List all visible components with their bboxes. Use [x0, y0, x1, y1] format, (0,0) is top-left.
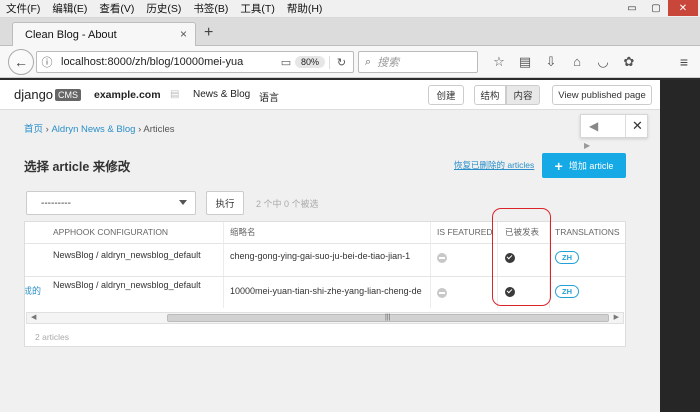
not-featured-icon — [437, 253, 447, 263]
newsblog-menu[interactable]: News & Blog — [193, 89, 250, 100]
pocket-icon[interactable]: ◡ — [590, 54, 616, 70]
download-icon[interactable]: ⇩ — [538, 54, 564, 70]
home-icon[interactable]: ⌂ — [564, 54, 590, 70]
add-article-label: 增加 article — [568, 161, 614, 171]
run-action-button[interactable]: 执行 — [206, 191, 244, 215]
breadcrumb-app[interactable]: Aldryn News & Blog — [51, 124, 135, 135]
highlight-annotation — [492, 208, 551, 306]
menu-help[interactable]: 帮助(H) — [287, 1, 323, 16]
create-button[interactable]: 创建 — [428, 85, 464, 105]
browser-tab[interactable]: Clean Blog - About × — [12, 22, 196, 46]
back-arrow-icon: ← — [14, 54, 28, 70]
apphook-cell: NewsBlog / aldryn_newsblog_default — [53, 250, 201, 260]
structure-button[interactable]: 结构 — [474, 85, 506, 105]
header-translations[interactable]: TRANSLATIONS — [555, 222, 620, 243]
breadcrumb-current: Articles — [143, 124, 175, 135]
content-button[interactable]: 内容 — [506, 85, 540, 105]
breadcrumb-home[interactable]: 首页 — [24, 124, 43, 135]
cms-toolbar: django CMS example.com ▤ News & Blog 语言 … — [0, 80, 660, 110]
toolbar-icons: ☆ ▤ ⇩ ⌂ ◡ ✿ — [486, 54, 642, 70]
translation-badge[interactable]: ZH — [555, 285, 579, 298]
back-button[interactable]: ← — [8, 49, 34, 75]
apphook-cell: NewsBlog / aldryn_newsblog_default — [53, 280, 201, 290]
tab-close-icon[interactable]: × — [180, 27, 187, 41]
cms-logo-badge: CMS — [55, 88, 82, 101]
back-triangle-icon[interactable]: ◀ — [589, 119, 598, 133]
background-page — [660, 80, 700, 412]
selection-counter: 2 个中 0 个被选 — [256, 199, 319, 209]
extension-icon[interactable]: ✿ — [616, 54, 642, 70]
menu-view[interactable]: 查看(V) — [99, 1, 134, 16]
reader-view-icon[interactable]: ▭ — [277, 56, 295, 69]
menu-bar: 文件(F) 编辑(E) 查看(V) 历史(S) 书签(B) 工具(T) 帮助(H… — [0, 0, 700, 18]
reload-icon[interactable]: ↻ — [329, 55, 353, 69]
article-title-link[interactable]: 成的 — [25, 284, 41, 297]
column-divider — [430, 222, 431, 308]
info-icon[interactable]: ⓘ — [37, 54, 57, 70]
bookmark-star-icon[interactable]: ☆ — [486, 54, 512, 70]
header-apphook[interactable]: APPHOOK CONFIGURATION — [53, 222, 168, 243]
scrollbar-thumb[interactable]: ||| — [167, 314, 609, 322]
add-article-button[interactable]: + 增加 article — [542, 153, 626, 178]
scroll-left-icon[interactable]: ◀ — [31, 313, 36, 323]
resize-arrow-icon[interactable]: ▶ — [584, 141, 590, 150]
admin-sideframe: 首页 › Aldryn News & Blog › Articles ◀ ✕ ▶… — [0, 110, 660, 412]
tab-title: Clean Blog - About — [25, 28, 117, 41]
slug-cell: 10000mei-yuan-tian-shi-zhe-yang-lian-che… — [230, 286, 422, 296]
breadcrumb: 首页 › Aldryn News & Blog › Articles — [24, 121, 175, 135]
nav-bar: ← ⓘ localhost:8000/zh/blog/10000mei-yua … — [0, 46, 700, 78]
window-controls: ▭ ▢ ✕ — [620, 0, 698, 16]
plus-icon: + — [554, 157, 563, 174]
search-input[interactable]: ⌕ 搜索 — [358, 51, 478, 73]
view-published-button[interactable]: View published page — [552, 85, 652, 105]
menu-bookmarks[interactable]: 书签(B) — [193, 1, 228, 16]
sideframe-controls: ◀ ✕ — [580, 114, 648, 138]
language-menu[interactable]: 语言 — [259, 89, 279, 104]
address-bar[interactable]: ⓘ localhost:8000/zh/blog/10000mei-yua ▭ … — [36, 51, 354, 73]
newsblog-icon: ▤ — [170, 89, 180, 100]
page-title: 选择 article 来修改 — [24, 160, 131, 174]
header-is-featured[interactable]: IS FEATURED — [437, 222, 493, 243]
grip-icon: ||| — [385, 314, 391, 321]
library-icon[interactable]: ▤ — [512, 54, 538, 70]
minimize-button[interactable]: ▭ — [620, 0, 644, 16]
restore-button[interactable]: ▢ — [644, 0, 668, 16]
zoom-level[interactable]: 80% — [294, 56, 325, 68]
menu-edit[interactable]: 编辑(E) — [52, 1, 87, 16]
menu-file[interactable]: 文件(F) — [6, 1, 40, 16]
new-tab-button[interactable]: + — [204, 24, 213, 42]
search-icon: ⌕ — [365, 55, 372, 68]
column-divider — [223, 222, 224, 308]
header-slug[interactable]: 缩略名 — [230, 222, 256, 243]
search-placeholder: 搜索 — [377, 57, 400, 69]
result-count: 2 articles — [35, 332, 70, 342]
recover-deleted-link[interactable]: 恢复已删除的 articles — [454, 159, 534, 171]
slug-cell: cheng-gong-ying-gai-suo-ju-bei-de-tiao-j… — [230, 251, 411, 261]
close-sideframe-icon[interactable]: ✕ — [625, 115, 649, 137]
menu-tools[interactable]: 工具(T) — [240, 1, 274, 16]
hamburger-menu-icon[interactable]: ≡ — [680, 54, 688, 70]
not-featured-icon — [437, 288, 447, 298]
tab-bar: Clean Blog - About × + — [0, 18, 700, 46]
cms-logo[interactable]: django CMS — [14, 87, 82, 102]
url-text[interactable]: localhost:8000/zh/blog/10000mei-yua — [57, 56, 277, 68]
translation-badge[interactable]: ZH — [555, 251, 579, 264]
chevron-down-icon — [179, 200, 187, 205]
site-menu[interactable]: example.com — [94, 89, 161, 101]
cms-logo-text: django — [14, 87, 54, 102]
close-window-button[interactable]: ✕ — [668, 0, 698, 16]
breadcrumb-separator: › — [138, 124, 142, 135]
menu-history[interactable]: 历史(S) — [146, 1, 181, 16]
action-select[interactable]: --------- — [26, 191, 196, 215]
horizontal-scrollbar[interactable]: ◀ ||| ▶ — [26, 312, 624, 324]
action-select-value: --------- — [41, 197, 71, 209]
breadcrumb-separator: › — [45, 124, 49, 135]
scroll-right-icon[interactable]: ▶ — [614, 313, 619, 323]
